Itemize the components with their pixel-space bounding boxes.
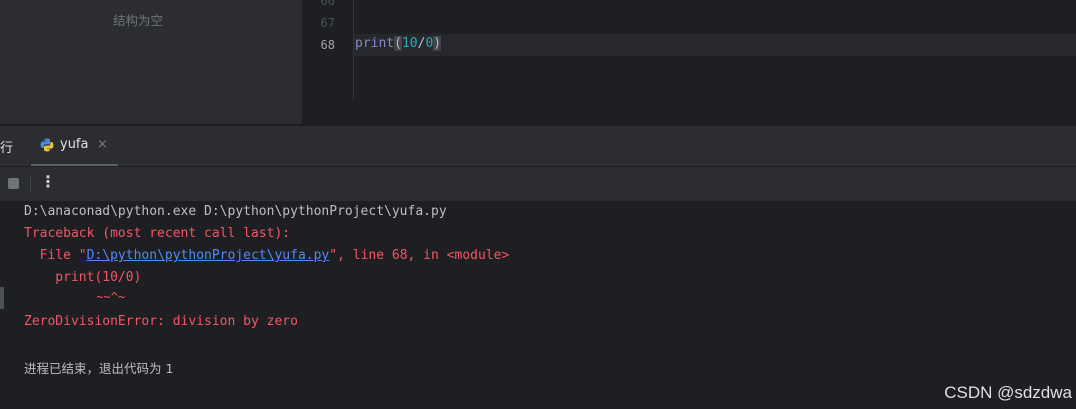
run-tab-yufa[interactable]: yufa ×: [31, 126, 118, 166]
traceback-file-prefix: File ": [24, 248, 87, 263]
code-token-number: 10: [401, 36, 418, 51]
run-tool-window-title: 运行: [0, 141, 14, 156]
more-options-icon[interactable]: ⋮: [40, 172, 56, 191]
gutter-separator: [353, 0, 354, 100]
run-toolbar: ⋮: [0, 166, 1076, 201]
ide-window: 结构为空 66 67 68 print(10/0) 运行 yufa × ⋮: [0, 0, 1076, 409]
python-file-icon: [40, 138, 54, 152]
run-tab-label: yufa: [60, 137, 89, 152]
run-tool-window-header: 运行 yufa ×: [0, 125, 1076, 166]
stop-icon[interactable]: [8, 178, 19, 189]
console-exit-line: 进程已结束，退出代码为 1: [24, 361, 174, 376]
code-line-current[interactable]: print(10/0): [355, 36, 442, 51]
code-editor[interactable]: 66 67 68 print(10/0): [303, 0, 1076, 124]
watermark-text: CSDN @sdzdwa: [944, 383, 1072, 402]
console-output[interactable]: D:\anaconad\python.exe D:\python\pythonP…: [0, 201, 1076, 409]
line-number-current: 68: [320, 38, 335, 52]
traceback-file-suffix: ", line 68, in <module>: [329, 248, 510, 263]
console-traceback-file-line: File "D:\python\pythonProject\yufa.py", …: [24, 248, 510, 263]
console-command-line: D:\anaconad\python.exe D:\python\pythonP…: [24, 204, 447, 219]
scrollbar-thumb[interactable]: [0, 287, 4, 309]
console-error-line: ZeroDivisionError: division by zero: [24, 314, 298, 329]
console-traceback-code: print(10/0): [24, 270, 142, 285]
structure-empty-text: 结构为空: [112, 13, 163, 28]
code-token-paren-close: ): [433, 36, 442, 51]
console-traceback-caret: ~~^~: [24, 290, 126, 304]
traceback-file-link[interactable]: D:\python\pythonProject\yufa.py: [87, 248, 330, 263]
code-token-function: print: [355, 36, 395, 51]
code-token-paren-open: (: [394, 36, 402, 51]
console-traceback-header: Traceback (most recent call last):: [24, 226, 291, 241]
line-number-gutter[interactable]: 66 67 68: [303, 0, 353, 124]
line-number: 66: [320, 0, 335, 8]
line-number: 67: [320, 16, 335, 30]
toolbar-separator: [30, 175, 31, 193]
structure-panel: 结构为空: [0, 0, 302, 124]
close-icon[interactable]: ×: [97, 137, 108, 152]
